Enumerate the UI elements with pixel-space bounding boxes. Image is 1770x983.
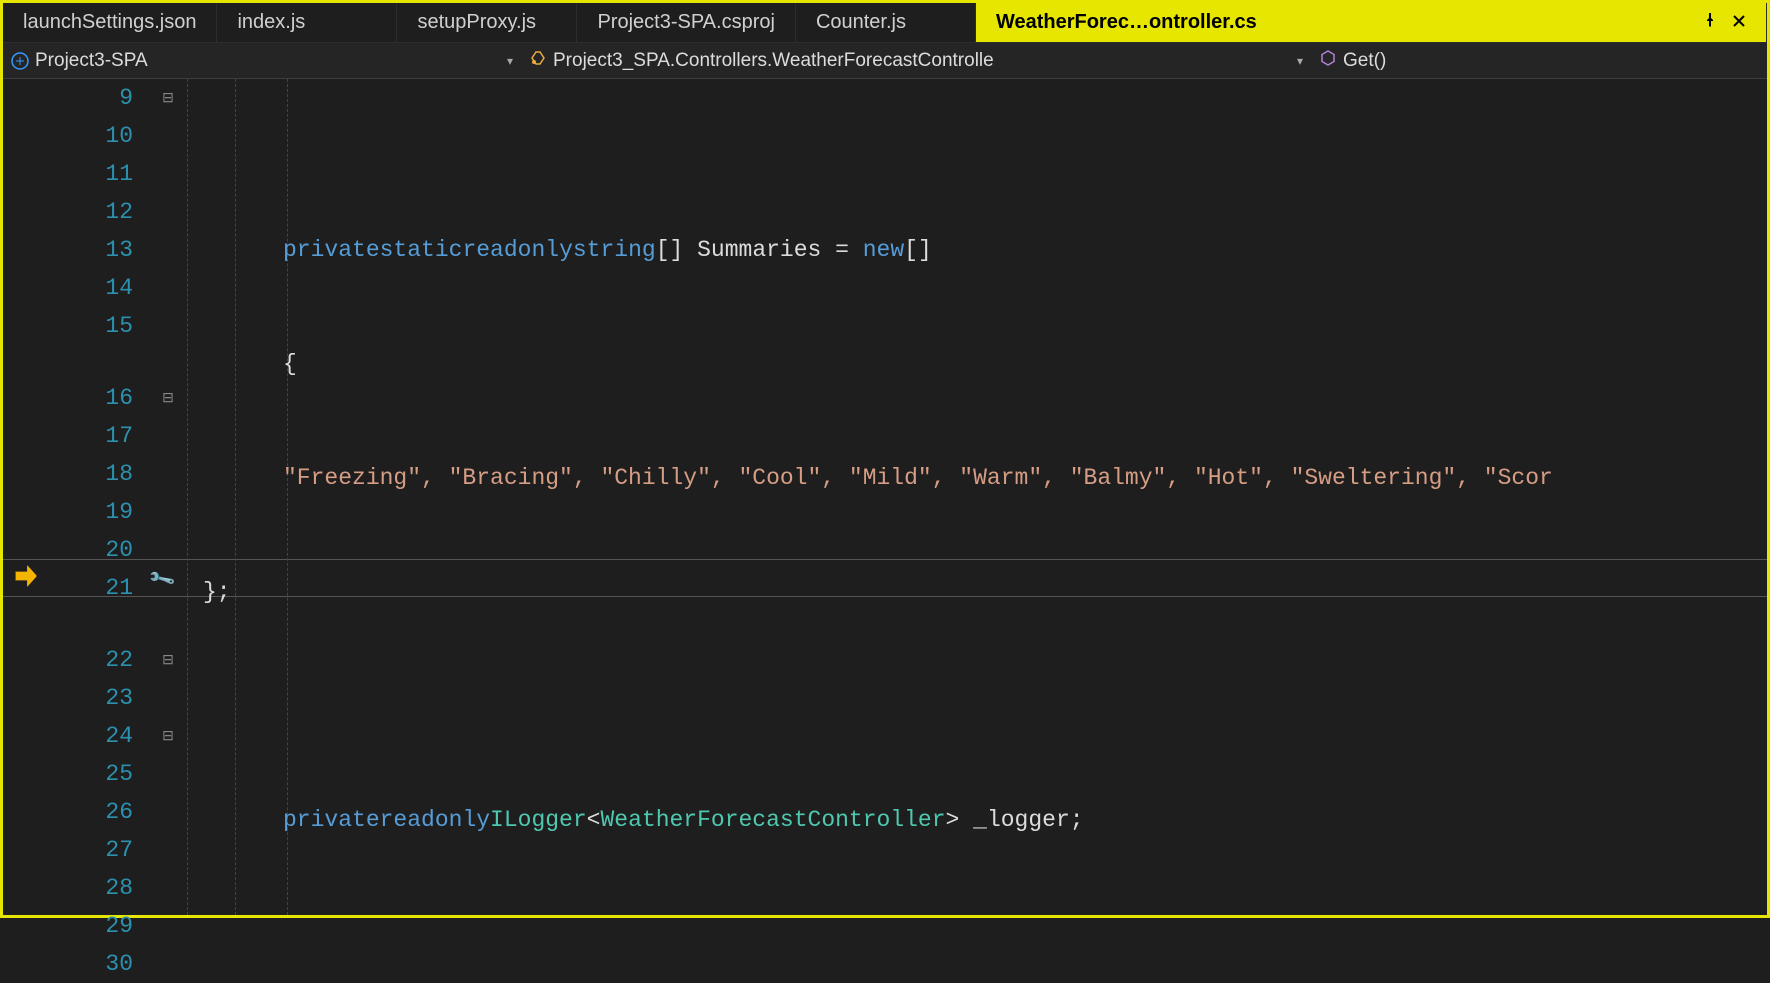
line-number: 26 (3, 799, 153, 825)
tab-counter-js[interactable]: Counter.js (796, 3, 976, 42)
line-number: 20 (3, 537, 153, 563)
chevron-down-icon: ▾ (1297, 54, 1303, 68)
chevron-down-icon: ▾ (507, 54, 513, 68)
nav-member[interactable]: Get() (1319, 49, 1759, 73)
gutter: 9⊟ 10 11 12 13 14 15 16⊟ 17 18 19 20 21 … (3, 79, 183, 915)
line-number: 23 (3, 685, 153, 711)
fold-toggle[interactable]: ⊟ (153, 90, 183, 107)
nav-project[interactable]: Project3-SPA ▾ (11, 50, 521, 72)
tab-csproj[interactable]: Project3-SPA.csproj (577, 3, 795, 42)
nav-member-label: Get() (1343, 50, 1386, 72)
line-number: 12 (3, 199, 153, 225)
tab-launchsettings[interactable]: launchSettings.json (3, 3, 217, 42)
nav-class-label: Project3_SPA.Controllers.WeatherForecast… (553, 50, 994, 72)
line-number: 14 (3, 275, 153, 301)
nav-project-label: Project3-SPA (35, 50, 148, 72)
nav-class[interactable]: Project3_SPA.Controllers.WeatherForecast… (529, 49, 1311, 73)
code-editor[interactable]: 🔧 9⊟ 10 11 12 13 14 15 16⊟ 17 18 19 20 2… (3, 79, 1767, 915)
tab-weatherforecast-controller[interactable]: WeatherForec…ontroller.cs (976, 3, 1767, 42)
close-icon[interactable] (1732, 11, 1746, 34)
line-number: 13 (3, 237, 153, 263)
line-number: 27 (3, 837, 153, 863)
pin-icon[interactable] (1702, 11, 1718, 34)
line-number: 29 (3, 913, 153, 939)
line-number: 15 (3, 313, 153, 339)
tab-setupproxy-js[interactable]: setupProxy.js (397, 3, 577, 42)
line-number: 22 (3, 647, 153, 673)
method-icon (1319, 49, 1337, 73)
line-number: 18 (3, 461, 153, 487)
fold-toggle[interactable]: ⊟ (153, 390, 183, 407)
line-number: 24 (3, 723, 153, 749)
line-number: 19 (3, 499, 153, 525)
line-number: 9 (3, 85, 153, 111)
indent-guides (183, 79, 266, 915)
editor-tab-bar: launchSettings.json index.js setupProxy.… (3, 3, 1767, 43)
line-number: 11 (3, 161, 153, 187)
line-number: 21 (3, 575, 153, 601)
fold-toggle[interactable]: ⊟ (153, 652, 183, 669)
line-number: 30 (3, 951, 153, 977)
line-number: 28 (3, 875, 153, 901)
class-icon (529, 49, 547, 73)
line-number: 17 (3, 423, 153, 449)
line-number: 10 (3, 123, 153, 149)
code-content[interactable]: private static readonly string[] Summari… (183, 79, 1767, 915)
csharp-project-icon (11, 52, 29, 70)
fold-toggle[interactable]: ⊟ (153, 728, 183, 745)
line-number: 16 (3, 385, 153, 411)
tab-index-js[interactable]: index.js (217, 3, 397, 42)
navigation-bar: Project3-SPA ▾ Project3_SPA.Controllers.… (3, 43, 1767, 79)
line-number: 25 (3, 761, 153, 787)
